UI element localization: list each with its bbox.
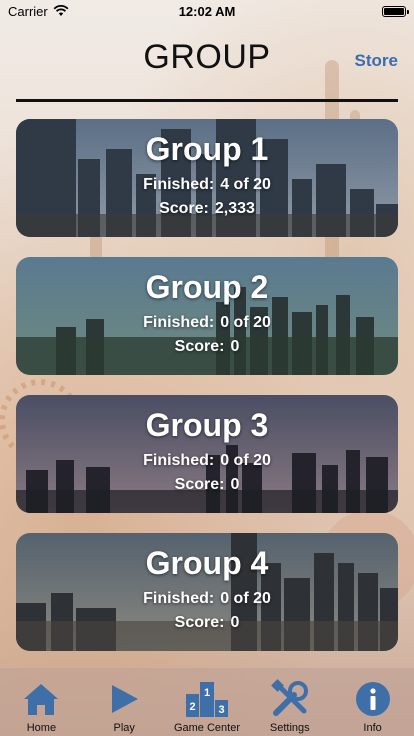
play-icon	[112, 685, 139, 713]
group-card-2[interactable]: Group 2 Finished: 0 of 20 Score: 0	[16, 257, 398, 375]
status-time: 12:02 AM	[178, 3, 236, 19]
score-value: 0	[230, 338, 240, 355]
store-button[interactable]: Store	[355, 51, 398, 71]
score-label: Score:	[174, 614, 225, 631]
tools-icon	[270, 679, 308, 716]
tab-label: Play	[113, 722, 135, 734]
header-divider	[16, 99, 398, 102]
tab-info[interactable]: Info	[333, 677, 413, 734]
finished-value: 4 of 20	[220, 176, 271, 193]
score-value: 2,333	[214, 200, 255, 217]
group-card-3[interactable]: Group 3 Finished: 0 of 20 Score: 0	[16, 395, 398, 513]
tab-bar: Home Play 2 1 3 Game Center Settings Inf…	[0, 668, 414, 736]
tab-label: Settings	[269, 722, 310, 734]
score-label: Score:	[174, 476, 225, 493]
tab-label: Info	[363, 722, 382, 734]
tab-settings[interactable]: Settings	[250, 677, 330, 734]
info-icon	[355, 682, 390, 716]
finished-label: Finished:	[143, 314, 215, 331]
group-title: Group 1	[145, 131, 269, 167]
tab-play[interactable]: Play	[84, 677, 164, 734]
group-title: Group 2	[145, 269, 269, 305]
finished-label: Finished:	[143, 590, 215, 607]
podium-icon: 2 1 3	[185, 682, 228, 717]
group-card-1[interactable]: Group 1 Finished: 4 of 20 Score: 2,333	[16, 119, 398, 237]
svg-text:3: 3	[218, 704, 224, 716]
tab-label: Game Center	[173, 722, 240, 734]
tab-label: Home	[26, 722, 57, 734]
tab-game-center[interactable]: 2 1 3 Game Center	[167, 677, 247, 734]
group-card-4[interactable]: Group 4 Finished: 0 of 20 Score: 0	[16, 533, 398, 651]
finished-value: 0 of 20	[220, 314, 271, 331]
finished-value: 0 of 20	[220, 590, 271, 607]
finished-label: Finished:	[143, 452, 215, 469]
tab-home[interactable]: Home	[1, 677, 81, 734]
battery-icon	[382, 5, 409, 17]
navigation-bar: GROUP Store	[0, 22, 414, 94]
score-label: Score:	[174, 338, 225, 355]
finished-label: Finished:	[143, 176, 215, 193]
svg-text:1: 1	[204, 687, 210, 699]
group-title: Group 3	[145, 407, 269, 443]
svg-text:2: 2	[189, 701, 195, 713]
score-label: Score:	[159, 200, 209, 217]
group-title: Group 4	[145, 545, 269, 581]
page-title: GROUP	[143, 38, 271, 76]
score-value: 0	[230, 476, 240, 493]
status-bar: Carrier 12:02 AM	[0, 0, 414, 22]
finished-value: 0 of 20	[220, 452, 271, 469]
group-list: Group 1 Finished: 4 of 20 Score: 2,333 G…	[16, 119, 398, 671]
score-value: 0	[230, 614, 240, 631]
home-icon	[24, 684, 59, 715]
